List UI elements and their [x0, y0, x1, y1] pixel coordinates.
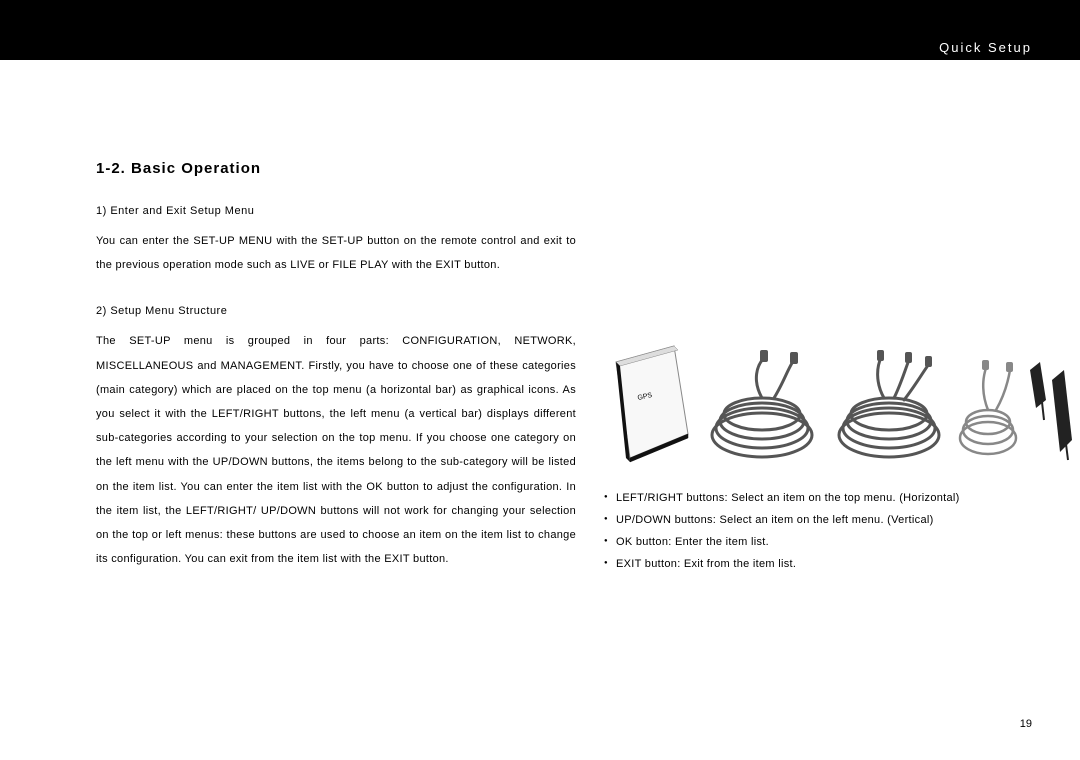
button-instructions-list: LEFT/RIGHT buttons: Select an item on th… [604, 492, 1064, 570]
bullet-ok: OK button: Enter the item list. [604, 536, 1064, 548]
accessories-figure: GPS [604, 340, 1064, 470]
page-number: 19 [1020, 718, 1032, 730]
body-text-1: You can enter the SET-UP MENU with the S… [96, 229, 576, 277]
header-title: Quick Setup [939, 40, 1032, 55]
document-page: Quick Setup 1-2. Basic Operation 1) Ente… [0, 0, 1080, 760]
left-column: 1-2. Basic Operation 1) Enter and Exit S… [96, 160, 576, 599]
av-cable-2-icon [829, 340, 947, 470]
component-cable-icon [956, 340, 1021, 470]
av-cable-1-icon [702, 340, 820, 470]
bullet-exit: EXIT button: Exit from the item list. [604, 558, 1064, 570]
manual-booklet-icon: GPS [604, 340, 694, 470]
header-bar: Quick Setup [0, 0, 1080, 60]
bullet-up-down: UP/DOWN buttons: Select an item on the l… [604, 514, 1064, 526]
body-text-2: The SET-UP menu is grouped in four parts… [96, 329, 576, 571]
right-column: GPS [604, 340, 1064, 580]
subheading-1: 1) Enter and Exit Setup Menu [96, 205, 576, 217]
rca-adapter-icon [1022, 340, 1077, 470]
subheading-2: 2) Setup Menu Structure [96, 305, 576, 317]
bullet-left-right: LEFT/RIGHT buttons: Select an item on th… [604, 492, 1064, 504]
section-title: 1-2. Basic Operation [96, 160, 576, 177]
